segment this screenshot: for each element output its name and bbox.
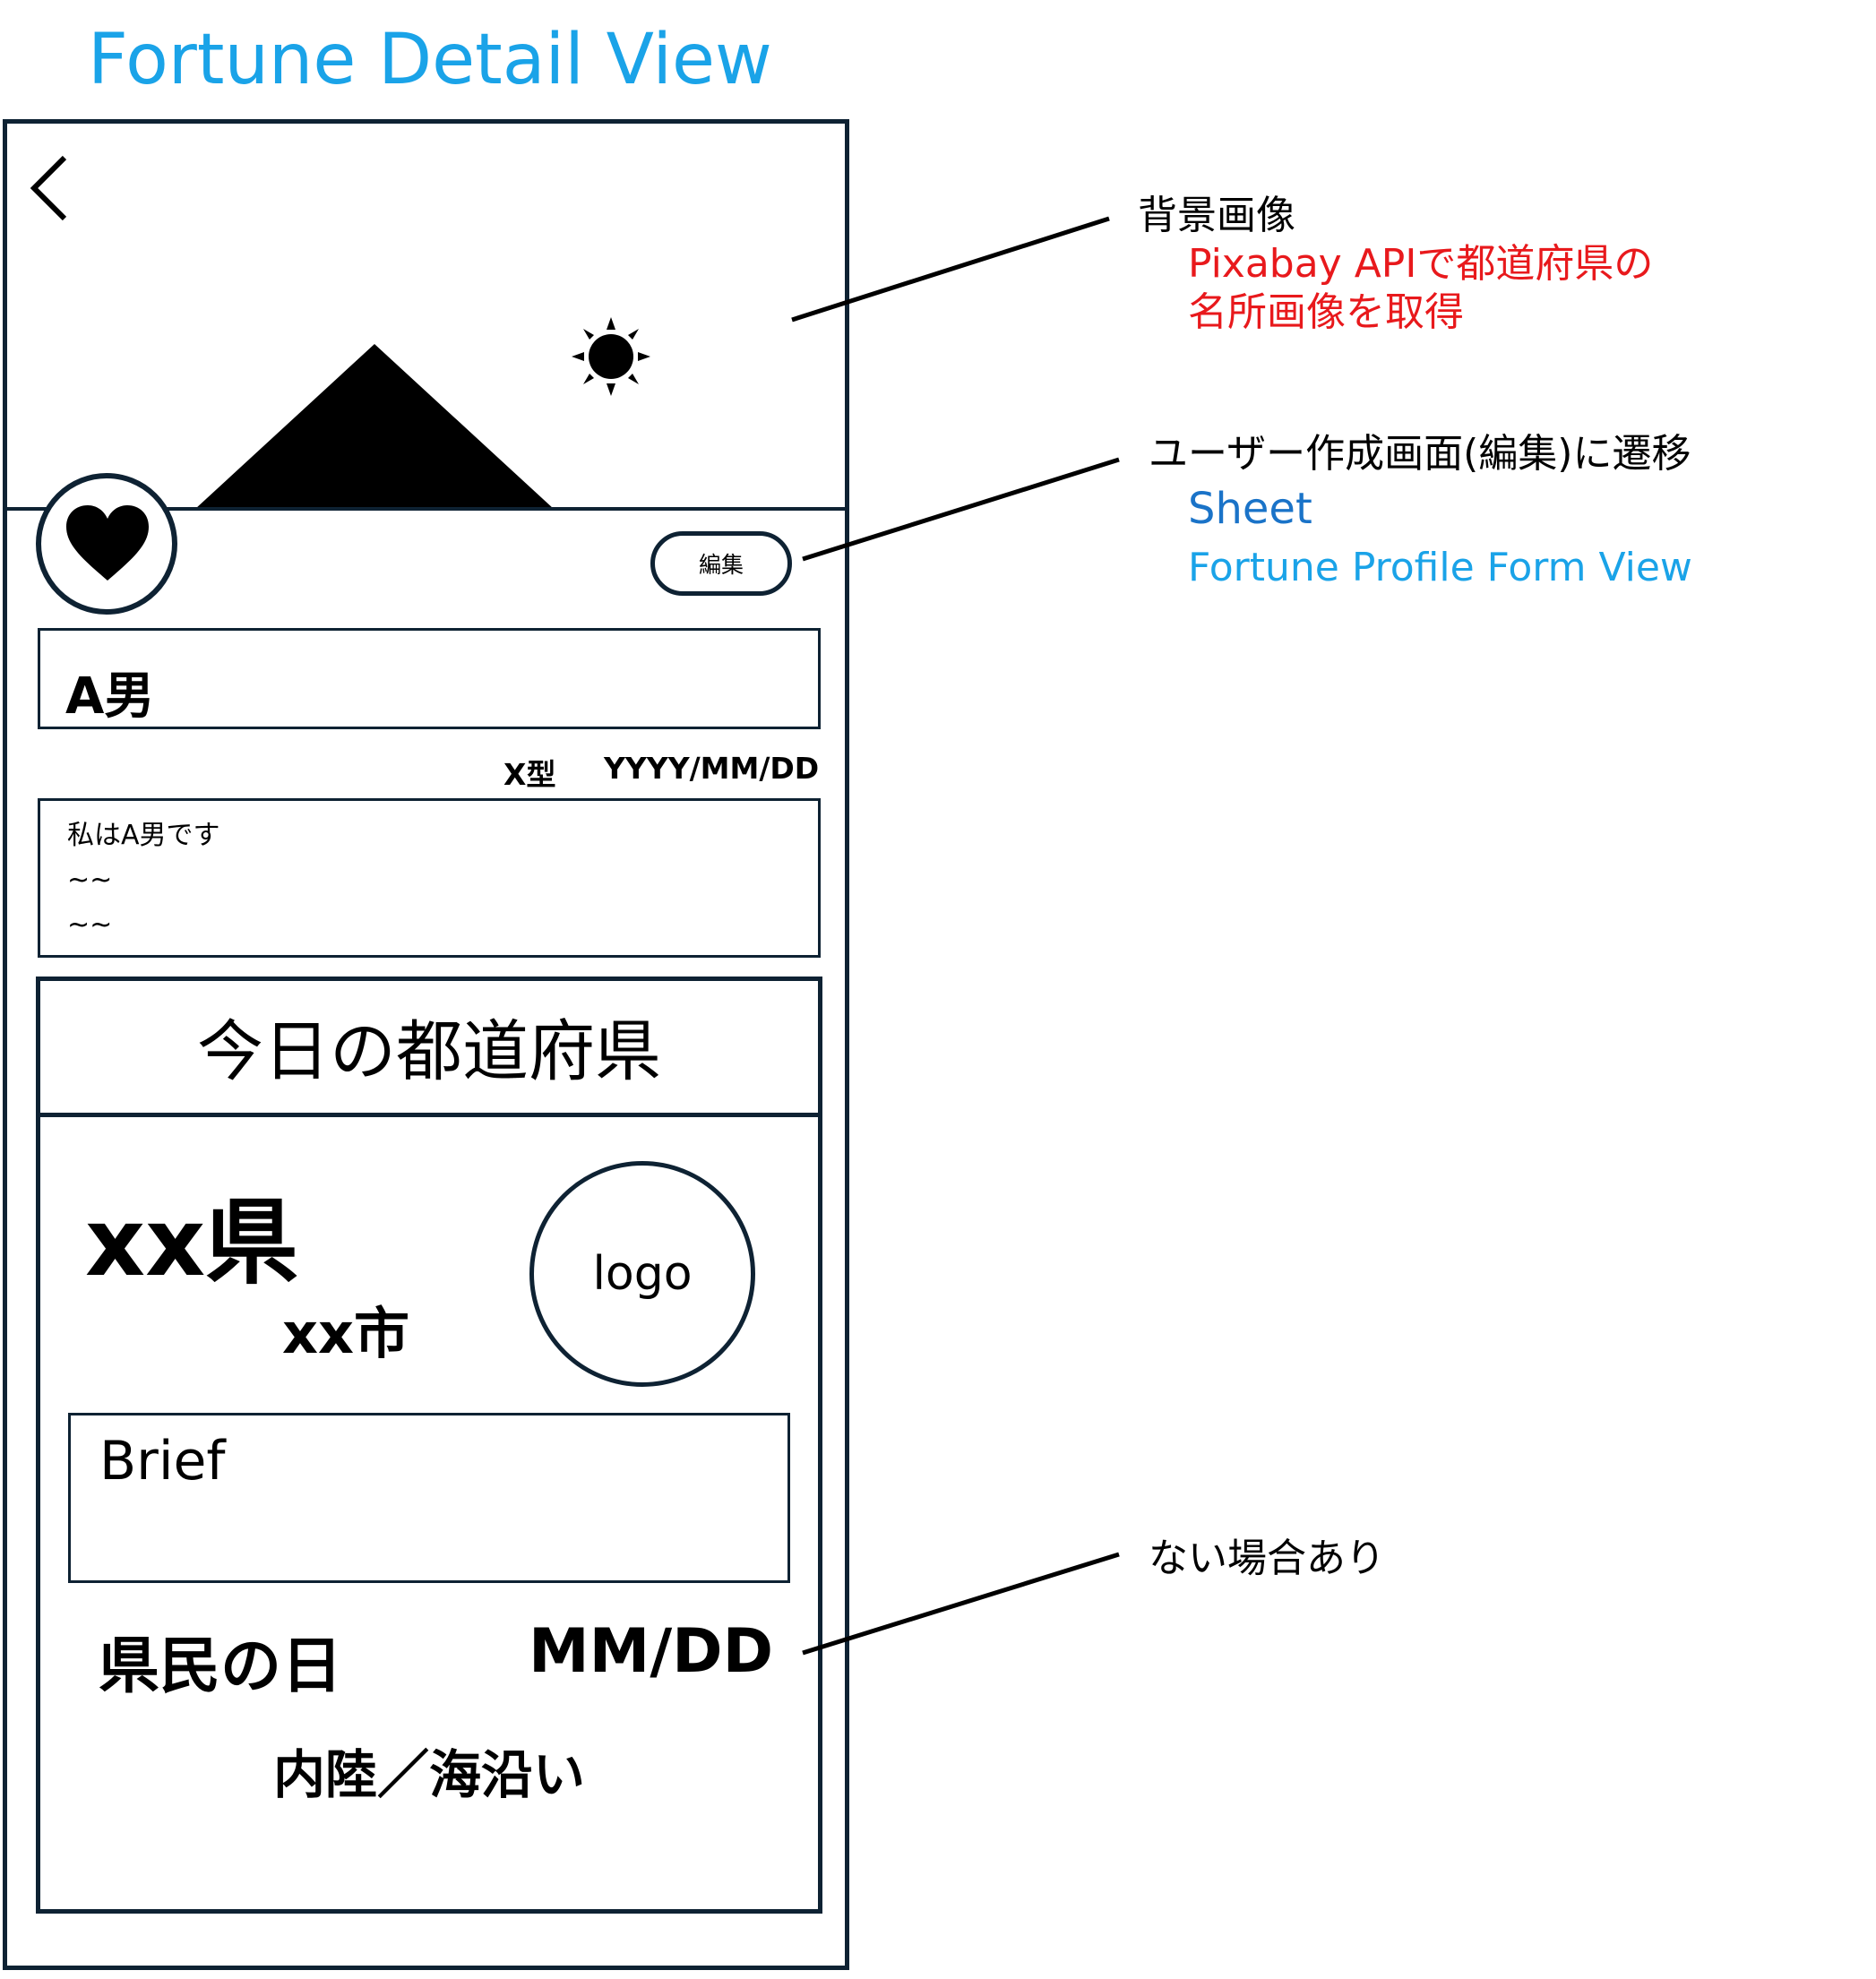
annotation-edit-title: ユーザー作成画面(編集)に遷移 [1149, 431, 1691, 477]
annotation-edit-sheet: Sheet [1188, 484, 1312, 534]
callout-line-optional [802, 1552, 1120, 1656]
annotation-background-line2: 名所画像を取得 [1188, 289, 1464, 335]
callout-lines [791, 216, 1120, 1656]
callout-line-edit [802, 457, 1120, 562]
annotation-edit-view: Fortune Profile Form View [1188, 545, 1692, 590]
callout-line-background [791, 216, 1110, 323]
annotation-optional: ない場合あり [1149, 1536, 1385, 1581]
